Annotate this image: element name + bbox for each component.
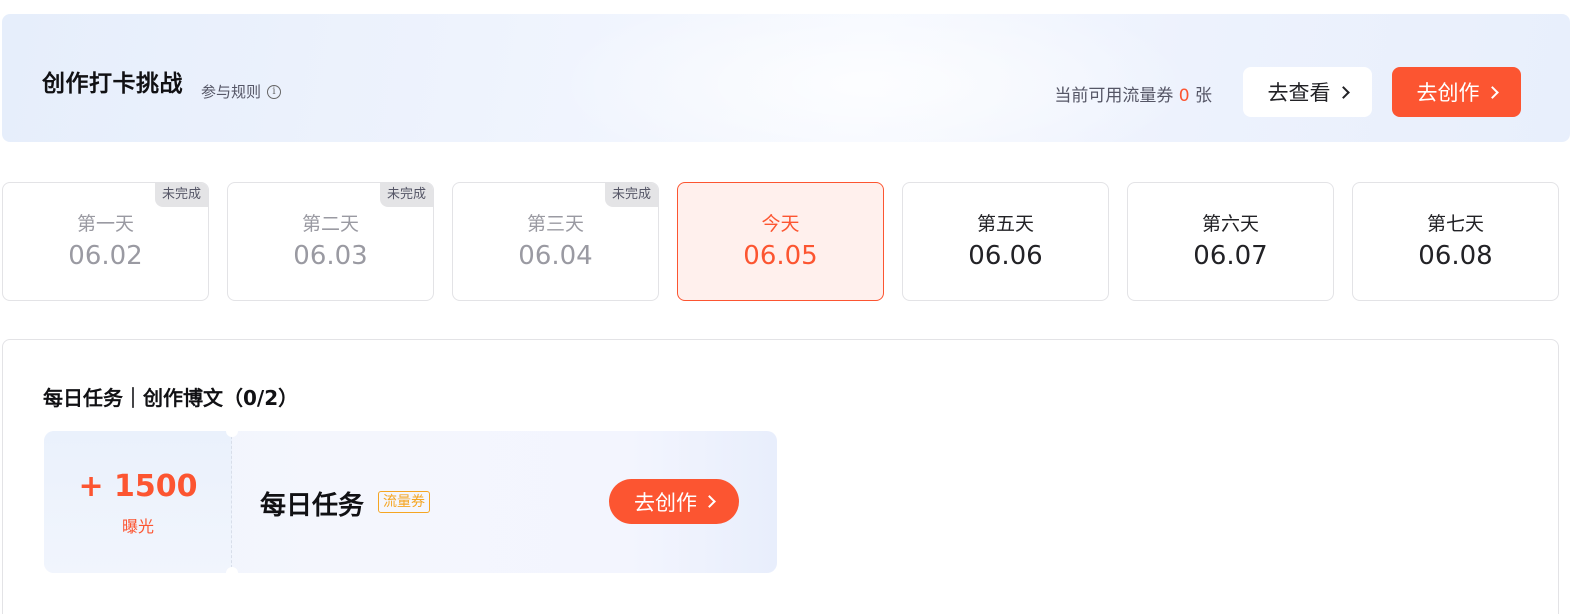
view-button-label: 去查看 xyxy=(1267,81,1331,105)
day-name: 第二天 xyxy=(301,213,359,235)
day-date: 06.02 xyxy=(68,241,143,271)
day-name: 第五天 xyxy=(976,213,1034,235)
task-name: 每日任务 xyxy=(260,491,365,521)
status-badge: 未完成 xyxy=(604,183,658,207)
day-name: 第一天 xyxy=(76,213,134,235)
day-name: 第三天 xyxy=(526,213,584,235)
day-card-today[interactable]: 今天 06.05 xyxy=(677,182,884,301)
day-card-6[interactable]: 第六天 06.07 xyxy=(1127,182,1334,301)
reward-section: + 1500 曝光 xyxy=(44,431,232,573)
rules-link[interactable]: 参与规则 i xyxy=(201,81,282,102)
day-date: 06.08 xyxy=(1418,241,1493,271)
task-section-title: 每日任务｜创作博文（0/2） xyxy=(43,386,299,410)
day-date: 06.05 xyxy=(743,241,818,271)
create-button-label: 去创作 xyxy=(1416,81,1480,105)
info-icon: i xyxy=(267,84,282,99)
task-create-button-label: 去创作 xyxy=(634,490,697,515)
day-date: 06.07 xyxy=(1193,241,1268,271)
day-name: 第七天 xyxy=(1426,213,1484,235)
challenge-banner: 创作打卡挑战 参与规则 i 当前可用流量券 0 张 去查看 去创作 xyxy=(2,14,1570,142)
available-prefix: 当前可用流量券 xyxy=(1054,86,1174,106)
chevron-right-icon xyxy=(1485,85,1499,99)
day-card-1[interactable]: 未完成 第一天 06.02 xyxy=(2,182,209,301)
available-coupons: 当前可用流量券 0 张 xyxy=(1054,81,1212,106)
day-card-7[interactable]: 第七天 06.08 xyxy=(1352,182,1559,301)
coupon-tag: 流量券 xyxy=(378,491,430,513)
chevron-right-icon xyxy=(703,495,716,508)
status-badge: 未完成 xyxy=(154,183,208,207)
day-date: 06.04 xyxy=(518,241,593,271)
page-title: 创作打卡挑战 xyxy=(42,71,183,97)
day-card-5[interactable]: 第五天 06.06 xyxy=(902,182,1109,301)
reward-value: + 1500 xyxy=(78,469,198,504)
day-date: 06.03 xyxy=(293,241,368,271)
available-count: 0 xyxy=(1178,86,1190,106)
chevron-right-icon xyxy=(1336,85,1350,99)
day-name: 今天 xyxy=(761,213,800,235)
reward-unit: 曝光 xyxy=(121,517,154,536)
daily-task-panel: 每日任务｜创作博文（0/2） + 1500 曝光 每日任务 流量券 去创作 xyxy=(2,339,1559,614)
available-suffix: 张 xyxy=(1195,86,1212,106)
ticket-notch xyxy=(226,567,238,573)
create-button[interactable]: 去创作 xyxy=(1392,67,1521,117)
day-name: 第六天 xyxy=(1201,213,1259,235)
status-badge: 未完成 xyxy=(379,183,433,207)
task-create-button[interactable]: 去创作 xyxy=(609,479,739,524)
view-button[interactable]: 去查看 xyxy=(1243,67,1372,117)
task-card: + 1500 曝光 每日任务 流量券 去创作 xyxy=(44,431,777,573)
day-card-3[interactable]: 未完成 第三天 06.04 xyxy=(452,182,659,301)
day-date: 06.06 xyxy=(968,241,1043,271)
rules-label: 参与规则 xyxy=(201,83,262,101)
day-card-2[interactable]: 未完成 第二天 06.03 xyxy=(227,182,434,301)
